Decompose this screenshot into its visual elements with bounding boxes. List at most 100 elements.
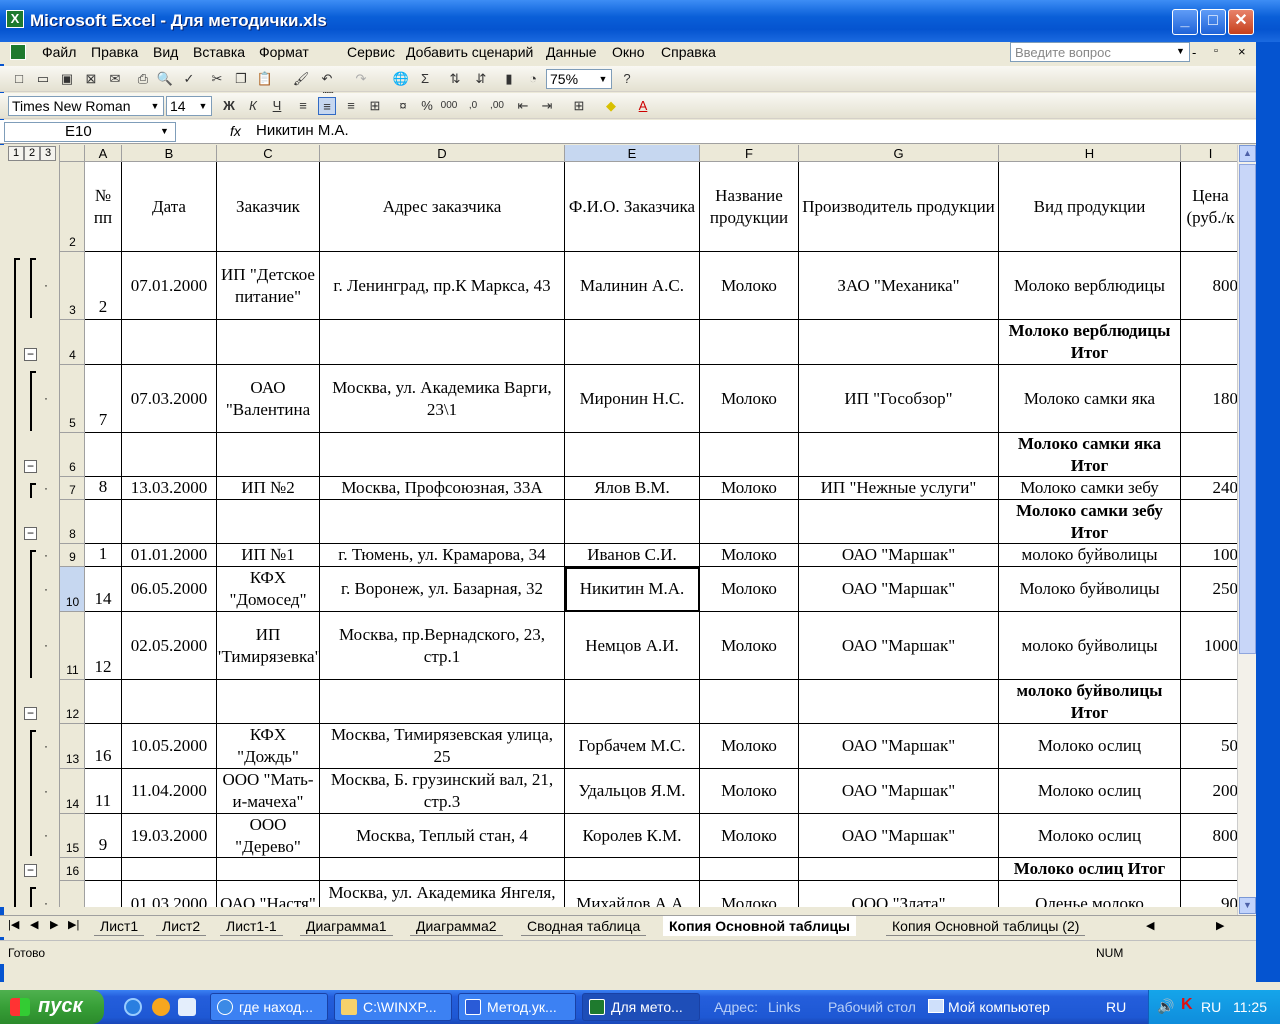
start-button[interactable]: пуск [0,990,104,1024]
table-cell[interactable]: 6 [85,881,122,907]
collapse-group-icon[interactable]: − [24,707,37,720]
header-cell[interactable]: Название продукции [700,162,799,252]
increase-indent-icon[interactable]: ⇥ [538,97,556,115]
sheet-tab[interactable]: Лист1-1 [220,916,283,936]
header-cell[interactable]: Адрес заказчика [320,162,565,252]
table-cell[interactable]: Молоко буйволицы [999,567,1181,612]
table-cell[interactable]: ОАО "Настя" [217,881,320,907]
currency-icon[interactable]: ¤ [394,97,412,115]
paste-icon[interactable]: 📋 [256,70,274,88]
table-cell[interactable] [799,500,999,544]
hyperlink-icon[interactable]: 🌐 [392,70,410,88]
minimize-button[interactable]: _ [1172,9,1198,35]
chart-wizard-icon[interactable]: ▮ [500,70,518,88]
media-quicklaunch-icon[interactable] [152,998,170,1016]
language-indicator[interactable]: RU [1106,999,1126,1015]
table-cell[interactable] [700,680,799,724]
table-cell[interactable]: ООО "Злата" [799,881,999,907]
percent-icon[interactable]: % [418,97,436,115]
font-size-select[interactable]: 14 ▼ [166,96,212,116]
table-cell[interactable]: Москва, Теплый стан, 4 [320,814,565,858]
bold-icon[interactable]: Ж [220,97,238,115]
table-cell[interactable]: ИП "Гособзор" [799,365,999,433]
last-sheet-icon[interactable]: ▶| [68,918,79,931]
table-cell[interactable] [565,680,700,724]
collapse-group-icon[interactable]: − [24,460,37,473]
doc-close-icon[interactable]: × [1238,44,1246,59]
table-cell[interactable] [320,858,565,881]
table-cell[interactable]: 10.05.2000 [122,724,217,769]
fill-color-icon[interactable]: ◆ [602,97,620,115]
table-cell[interactable]: Молоко [700,252,799,320]
table-cell[interactable]: г. Ленинград, пр.К Маркса, 43 [320,252,565,320]
table-cell[interactable]: Москва, ул. Академика Варги, 23\1 [320,365,565,433]
table-cell[interactable]: ОАО "Маршак" [799,544,999,567]
table-cell[interactable] [799,680,999,724]
table-cell[interactable]: Молоко [700,612,799,680]
column-header-A[interactable]: A [85,145,122,162]
drawing-icon[interactable]: ◔ [524,70,542,88]
table-cell[interactable]: Молоко [700,814,799,858]
table-cell[interactable]: Никитин М.А. [565,567,700,612]
table-cell[interactable] [700,500,799,544]
row-header[interactable]: 2 [60,162,85,252]
sheet-tab[interactable]: Лист1 [94,916,145,936]
menu-window[interactable]: Окно [612,44,645,60]
table-cell[interactable]: молоко буйволицы [999,544,1181,567]
format-painter-icon[interactable]: 🖌 [292,70,310,88]
column-header-D[interactable]: D [320,145,565,162]
borders-icon[interactable]: ⊞ [570,97,588,115]
table-cell[interactable] [217,500,320,544]
menu-file[interactable]: Файл [42,44,76,60]
table-cell[interactable]: 13.03.2000 [122,477,217,500]
print-icon[interactable]: ⎙ [134,70,152,88]
table-cell[interactable] [320,680,565,724]
close-button[interactable]: ✕ [1228,9,1254,35]
row-header[interactable]: 11 [60,612,85,680]
table-cell[interactable] [565,858,700,881]
table-cell[interactable] [320,500,565,544]
zoom-select[interactable]: 75% ▼ [546,69,612,89]
align-left-icon[interactable]: ≡ [294,97,312,115]
table-cell[interactable]: КФХ "Дождь" [217,724,320,769]
row-header[interactable]: 9 [60,544,85,567]
table-cell[interactable]: Молоко ослиц [999,814,1181,858]
maximize-button[interactable]: □ [1200,9,1226,35]
table-cell[interactable]: 07.01.2000 [122,252,217,320]
outline-level-2[interactable]: 2 [24,146,40,161]
table-cell[interactable]: 16 [85,724,122,769]
merge-center-icon[interactable]: ⊞ [366,97,384,115]
table-cell[interactable] [217,858,320,881]
sort-desc-icon[interactable]: ⇵ [472,70,490,88]
table-cell[interactable]: 12 [85,612,122,680]
table-cell[interactable]: ОАО "Валентина [217,365,320,433]
ie-quicklaunch-icon[interactable] [124,998,142,1016]
menu-tools[interactable]: Сервис [347,44,395,60]
table-cell[interactable]: Молоко ослиц [999,724,1181,769]
table-cell[interactable]: Молоко верблюдицы [999,252,1181,320]
decrease-indent-icon[interactable]: ⇤ [514,97,532,115]
my-computer-toolbar[interactable]: Мой компьютер [948,999,1050,1015]
decrease-decimal-icon[interactable]: ,00 [488,97,506,115]
table-cell[interactable]: Москва, пр.Вернадского, 23, стр.1 [320,612,565,680]
next-sheet-icon[interactable]: ▶ [50,918,58,931]
menu-insert[interactable]: Вставка [193,44,245,60]
table-cell[interactable]: ООО "Дерево" [217,814,320,858]
table-cell[interactable]: Горбачем М.С. [565,724,700,769]
table-cell[interactable]: 07.03.2000 [122,365,217,433]
sheet-tab[interactable]: Сводная таблица [521,916,647,936]
sheet-tab[interactable]: Диаграмма1 [300,916,393,936]
table-cell[interactable] [700,320,799,365]
table-cell[interactable] [320,433,565,477]
header-cell[interactable]: № пп [85,162,122,252]
menu-view[interactable]: Вид [153,44,178,60]
first-sheet-icon[interactable]: |◀ [8,918,19,931]
table-cell[interactable]: г. Тюмень, ул. Крамарова, 34 [320,544,565,567]
table-cell[interactable] [85,680,122,724]
desktop-quicklaunch-icon[interactable] [178,998,196,1016]
name-box-dropdown-icon[interactable]: ▼ [160,126,169,136]
table-cell[interactable]: ОАО "Маршак" [799,612,999,680]
column-header-C[interactable]: C [217,145,320,162]
table-cell[interactable]: Молоко верблюдицы Итог [999,320,1181,365]
table-cell[interactable] [1181,320,1237,365]
